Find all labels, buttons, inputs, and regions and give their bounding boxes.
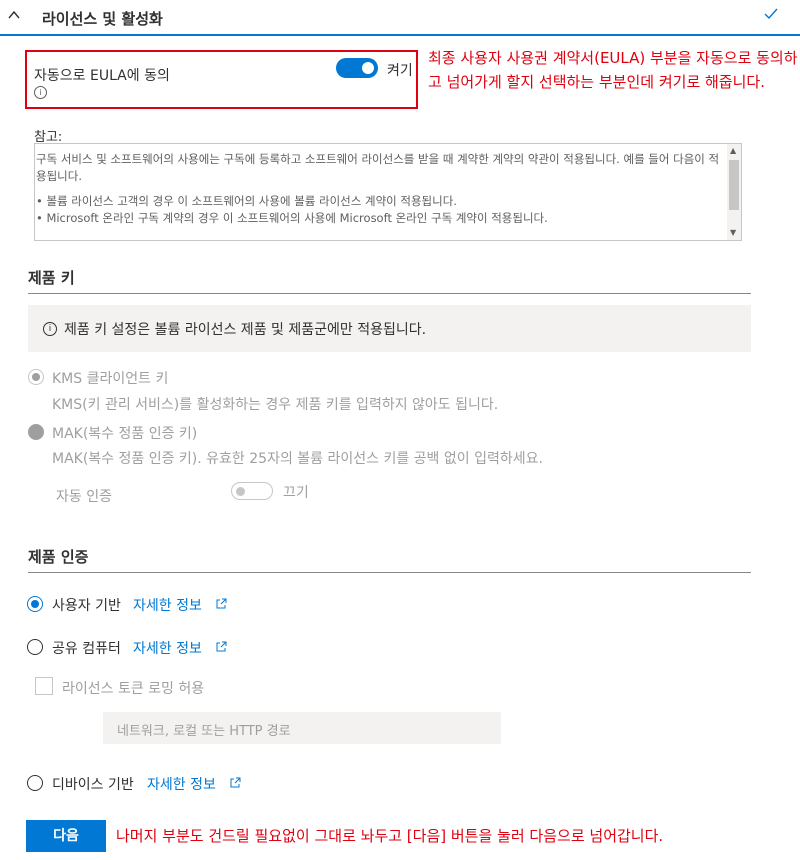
shared-computer-radio[interactable]	[27, 639, 43, 655]
divider	[28, 293, 751, 294]
device-based-label: 디바이스 기반	[52, 777, 134, 793]
mak-description: MAK(복수 정품 인증 키). 유효한 25자의 볼륨 라이선스 키를 공백 …	[52, 451, 543, 467]
activation-title: 제품 인증	[28, 548, 89, 566]
kms-radio[interactable]	[28, 369, 44, 385]
note-line: • Microsoft 온라인 구독 계약의 경우 이 소프트웨어의 사용에 M…	[36, 211, 548, 225]
network-path-placeholder: 네트워크, 로컬 또는 HTTP 경로	[117, 724, 291, 739]
roaming-label: 라이선스 토큰 로밍 허용	[62, 681, 205, 697]
note-line: • 볼륨 라이선스 고객의 경우 이 소프트웨어의 사용에 볼륨 라이선스 계약…	[36, 194, 457, 208]
scroll-up-icon[interactable]: ▲	[730, 146, 736, 155]
section-header[interactable]: 라이선스 및 활성화	[0, 0, 800, 36]
learn-more-link[interactable]: 자세한 정보	[133, 595, 202, 615]
eula-label: 자동으로 EULA에 동의	[34, 68, 170, 84]
user-based-radio[interactable]	[27, 596, 43, 612]
checkmark-icon	[764, 8, 778, 20]
info-icon[interactable]: i	[34, 86, 47, 99]
kms-label: KMS 클라이언트 키	[52, 371, 169, 387]
eula-toggle-label: 켜기	[387, 63, 413, 79]
auto-activation-toggle[interactable]	[231, 482, 273, 500]
external-link-icon[interactable]	[216, 641, 227, 652]
annotation-next: 나머지 부분도 건드릴 필요없이 그대로 놔두고 [다음] 버튼을 눌러 다음으…	[116, 827, 664, 845]
kms-description: KMS(키 관리 서비스)를 활성화하는 경우 제품 키를 입력하지 않아도 됩…	[52, 397, 499, 413]
section-title: 라이선스 및 활성화	[42, 10, 163, 28]
learn-more-link[interactable]: 자세한 정보	[133, 638, 202, 658]
user-based-label: 사용자 기반	[52, 598, 121, 614]
external-link-icon[interactable]	[230, 777, 241, 788]
product-key-title: 제품 키	[28, 269, 75, 287]
toggle-knob	[236, 487, 245, 496]
mak-radio[interactable]	[28, 424, 44, 440]
annotation-eula: 최종 사용자 사용권 계약서(EULA) 부분을 자동으로 동의하고 넘어가게 …	[428, 49, 798, 91]
external-link-icon[interactable]	[216, 598, 227, 609]
divider	[28, 572, 751, 573]
next-button[interactable]: 다음	[26, 820, 106, 852]
info-icon: i	[43, 322, 57, 336]
scroll-down-icon[interactable]: ▼	[730, 228, 736, 237]
roaming-checkbox[interactable]	[35, 677, 53, 695]
toggle-knob	[362, 62, 374, 74]
scrollbar-thumb[interactable]	[729, 160, 739, 210]
shared-computer-label: 공유 컴퓨터	[52, 641, 121, 657]
info-bar-text: 제품 키 설정은 볼륨 라이선스 제품 및 제품군에만 적용됩니다.	[64, 322, 427, 338]
note-text: 구독 서비스 및 소프트웨어의 사용에는 구독에 등록하고 소프트웨어 라이선스…	[36, 151, 726, 227]
device-based-radio[interactable]	[27, 775, 43, 791]
auto-activation-toggle-label: 끄기	[283, 485, 309, 501]
auto-activation-label: 자동 인증	[56, 489, 112, 505]
chevron-up-icon[interactable]	[8, 9, 20, 21]
learn-more-link[interactable]: 자세한 정보	[147, 774, 216, 794]
note-line: 구독 서비스 및 소프트웨어의 사용에는 구독에 등록하고 소프트웨어 라이선스…	[36, 152, 720, 183]
mak-label: MAK(복수 정품 인증 키)	[52, 426, 198, 442]
eula-toggle[interactable]	[336, 58, 378, 78]
